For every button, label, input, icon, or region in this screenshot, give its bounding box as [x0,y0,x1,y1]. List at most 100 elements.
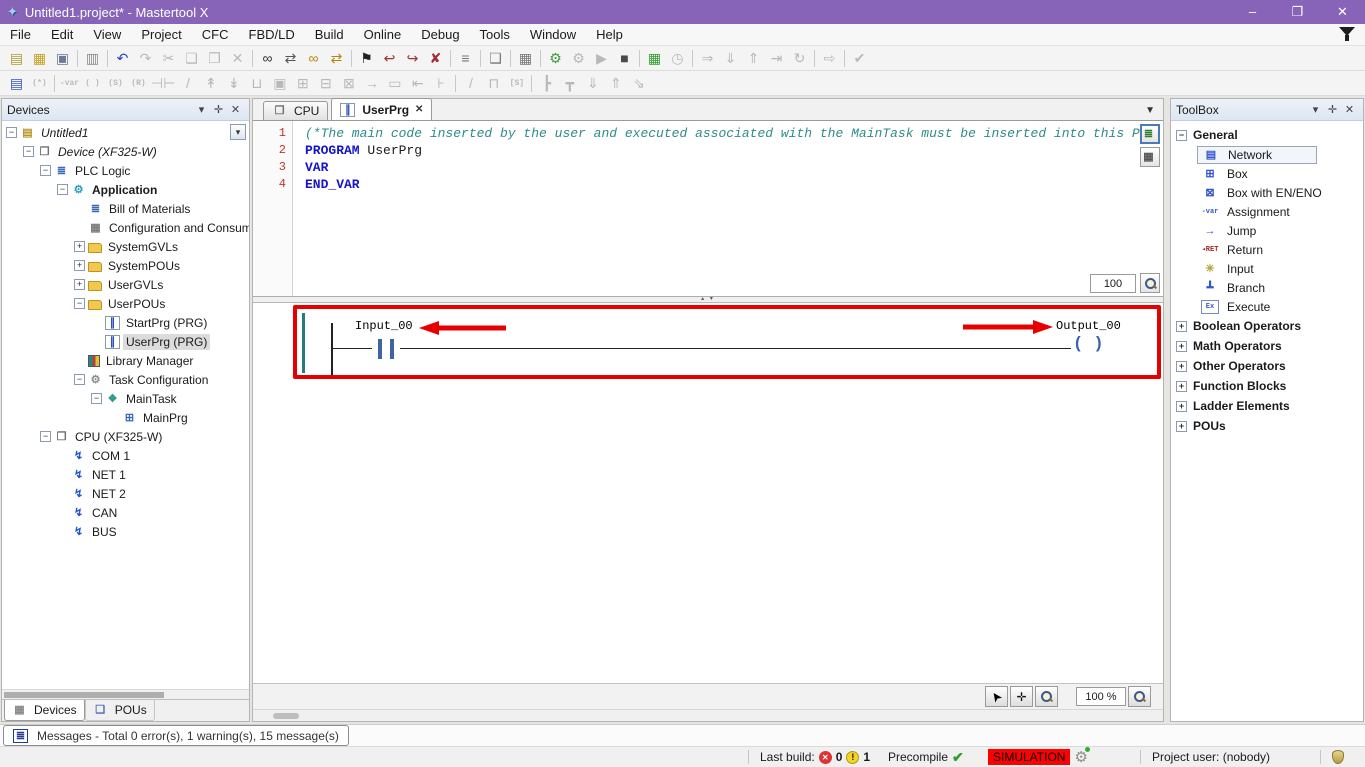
pin-icon[interactable]: ✛ [1324,103,1341,116]
tree-expander[interactable]: − [74,298,85,309]
toolbox-item-network[interactable]: ▤Network [1171,145,1363,164]
menu-build[interactable]: Build [305,24,354,46]
replace-in-files-button[interactable]: ⇄ [325,47,348,69]
tree-expander[interactable]: − [74,374,85,385]
group-expander[interactable]: − [1176,130,1187,141]
coil-symbol[interactable]: ( ) [1071,335,1106,354]
group-expander[interactable]: + [1176,421,1187,432]
select-tool-button[interactable]: ➤ [985,686,1008,707]
tree-item-userprg-prg[interactable]: ∥UserPrg (PRG) [2,332,249,351]
editor-horizontal-scrollbar[interactable] [253,709,1163,721]
new-project-button[interactable]: ▤ [5,47,28,69]
close-icon[interactable]: ✕ [227,103,244,116]
close-tab-icon[interactable]: ✕ [415,104,423,115]
clear-bookmarks-button[interactable]: ✘ [424,47,447,69]
simulation-mode-button[interactable]: ▦ [643,47,666,69]
visualization-button[interactable]: ▦ [514,47,537,69]
undo-button[interactable]: ↶ [111,47,134,69]
scrollbar-thumb[interactable] [273,713,299,719]
menu-file[interactable]: File [0,24,41,46]
menu-view[interactable]: View [83,24,131,46]
tree-item-application[interactable]: −⚙Application [2,180,249,199]
login-button[interactable]: ⚙ [544,47,567,69]
zoom-tool-button[interactable] [1035,686,1058,707]
editor-tab-cpu[interactable]: ❒CPU [263,101,328,120]
scrollbar-thumb[interactable] [4,692,164,698]
menu-cfc[interactable]: CFC [192,24,239,46]
bottom-tab-devices[interactable]: ▦Devices [4,700,85,721]
messages-tab[interactable]: ≣ Messages - Total 0 error(s), 1 warning… [3,725,349,746]
tree-item-startprg-prg[interactable]: ∥StartPrg (PRG) [2,313,249,332]
toolbox-group-math-operators[interactable]: +Math Operators [1171,336,1363,356]
coil-label[interactable]: Output_00 [1054,319,1123,333]
ladder-editor[interactable]: Input_00 Output_00 ( ) [253,303,1163,683]
tree-item-configuration-and-consum[interactable]: ▦Configuration and Consum [2,218,249,237]
panel-dropdown-icon[interactable]: ▾ [1307,103,1324,116]
group-expander[interactable]: + [1176,341,1187,352]
tree-expander[interactable]: − [6,127,17,138]
ladder-zoom-value[interactable]: 100 % [1076,687,1126,706]
menu-debug[interactable]: Debug [411,24,469,46]
tab-list-dropdown-icon[interactable]: ▼ [1145,105,1155,116]
toolbox-group-function-blocks[interactable]: +Function Blocks [1171,376,1363,396]
group-expander[interactable]: + [1176,361,1187,372]
menu-window[interactable]: Window [520,24,586,46]
previous-bookmark-button[interactable]: ↩ [378,47,401,69]
add-object-button[interactable]: ❑ [484,47,507,69]
tree-item-mainprg[interactable]: ⊞MainPrg [2,408,249,427]
maximize-button[interactable]: ❐ [1275,0,1320,24]
contact-label[interactable]: Input_00 [353,319,415,333]
open-project-button[interactable]: ▦ [28,47,51,69]
toolbox-item-branch[interactable]: ┻Branch [1171,278,1363,297]
toolbox-group-other-operators[interactable]: +Other Operators [1171,356,1363,376]
toolbox-item-return[interactable]: ◂RETReturn [1171,240,1363,259]
tree-item-device-xf325-w[interactable]: −❒Device (XF325-W) [2,142,249,161]
toolbox-item-execute[interactable]: ExExecute [1171,297,1363,316]
tree-item-systempous[interactable]: +SystemPOUs [2,256,249,275]
filter-icon[interactable] [1339,27,1355,43]
menu-tools[interactable]: Tools [470,24,520,46]
tree-item-plc-logic[interactable]: −≣PLC Logic [2,161,249,180]
text-view-button[interactable]: ≣ [1140,124,1160,144]
toolbox-item-input[interactable]: ✳Input [1171,259,1363,278]
tree-item-task-configuration[interactable]: −⚙Task Configuration [2,370,249,389]
tree-expander[interactable]: − [23,146,34,157]
tree-expander[interactable]: − [57,184,68,195]
tree-item-untitled1[interactable]: −▤Untitled1 [2,123,249,142]
find-in-files-button[interactable]: ∞ [302,47,325,69]
tree-item-cpu-xf325-w[interactable]: −❒CPU (XF325-W) [2,427,249,446]
toolbox-item-box[interactable]: ⊞Box [1171,164,1363,183]
tree-expander[interactable]: − [40,431,51,442]
bottom-tab-pous[interactable]: ❏POUs [85,700,155,721]
editor-tab-userprg[interactable]: ∥UserPrg✕ [331,98,432,120]
tree-expander[interactable]: + [74,241,85,252]
tree-item-userpous[interactable]: −UserPOUs [2,294,249,313]
menu-edit[interactable]: Edit [41,24,83,46]
save-project-button[interactable]: ▣ [51,47,74,69]
insert-network-button[interactable]: ▤ [5,72,28,94]
toolbox-item-jump[interactable]: →Jump [1171,221,1363,240]
close-button[interactable]: ✕ [1320,0,1365,24]
tree-expander[interactable]: − [40,165,51,176]
toolbox-group-general[interactable]: −General [1171,125,1363,145]
tree-item-net-1[interactable]: ↯NET 1 [2,465,249,484]
tree-item-can[interactable]: ↯CAN [2,503,249,522]
menu-project[interactable]: Project [131,24,191,46]
zoom-fit-button[interactable] [1128,686,1151,707]
toolbox-group-pous[interactable]: +POUs [1171,416,1363,436]
stop-button[interactable]: ■ [613,47,636,69]
toolbox-item-assignment[interactable]: -varAssignment [1171,202,1363,221]
tree-item-usergvls[interactable]: +UserGVLs [2,275,249,294]
find-button[interactable]: ∞ [256,47,279,69]
tree-expander[interactable]: + [74,260,85,271]
next-bookmark-button[interactable]: ↪ [401,47,424,69]
tree-expander[interactable]: − [91,393,102,404]
devices-horizontal-scrollbar[interactable] [2,689,249,699]
pin-icon[interactable]: ✛ [210,103,227,116]
tree-item-net-2[interactable]: ↯NET 2 [2,484,249,503]
panel-dropdown-icon[interactable]: ▾ [193,103,210,116]
tree-item-bill-of-materials[interactable]: ≣Bill of Materials [2,199,249,218]
toolbox-group-ladder-elements[interactable]: +Ladder Elements [1171,396,1363,416]
group-expander[interactable]: + [1176,401,1187,412]
tree-item-systemgvls[interactable]: +SystemGVLs [2,237,249,256]
